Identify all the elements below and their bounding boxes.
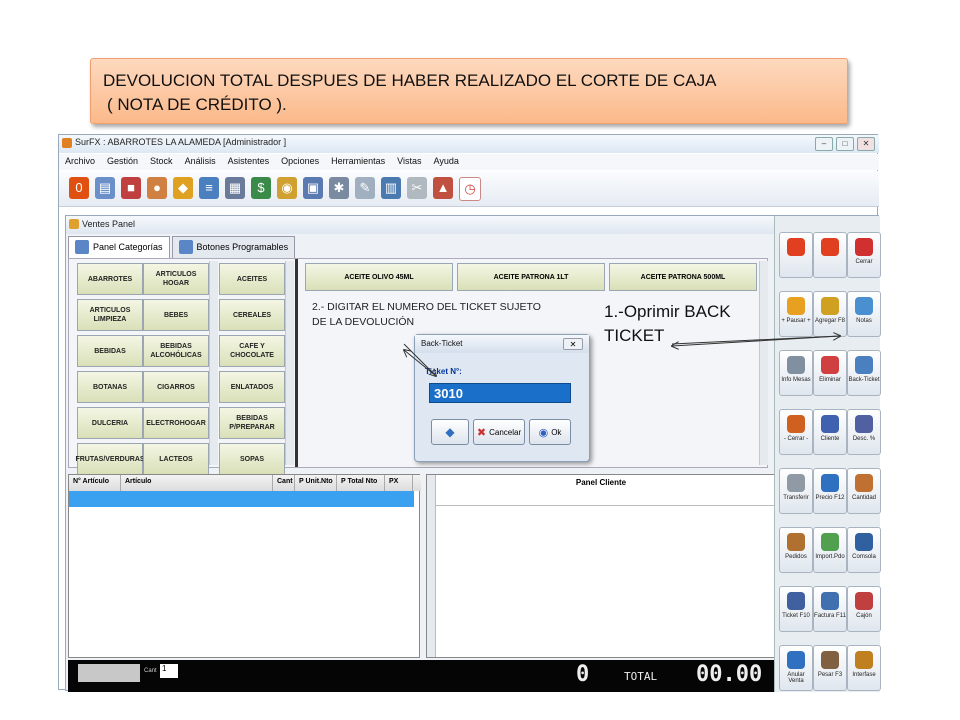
- arrow-to-step2: [404, 350, 437, 377]
- annotation-arrows: [0, 0, 960, 720]
- arrow-to-note: [672, 335, 841, 346]
- arrow-to-ticket-field: [403, 343, 436, 376]
